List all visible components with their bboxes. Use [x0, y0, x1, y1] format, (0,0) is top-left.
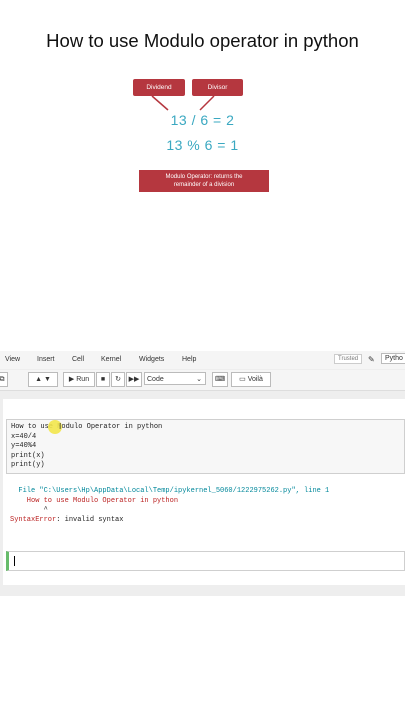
- fast-forward-icon[interactable]: ▶▶: [126, 372, 142, 387]
- play-icon: ▶: [68, 376, 75, 383]
- code-line: y=40%4: [11, 442, 37, 451]
- error-message: : invalid syntax: [56, 515, 124, 524]
- traceback-code: How to use Modulo Operator in python: [10, 496, 179, 505]
- menu-insert[interactable]: Insert: [37, 356, 55, 363]
- voila-label: Voilà: [247, 376, 263, 383]
- toolbar: ⧉ ▲ ▼ ▶ Run ■ ↻ ▶▶ Code ⌄ ⌨ ▭ Voilà: [0, 370, 405, 391]
- error-name: SyntaxError: [10, 515, 57, 524]
- monitor-icon: ▭: [239, 376, 246, 383]
- modulo-equation: 13 % 6 = 1: [166, 137, 239, 153]
- menu-cell[interactable]: Cell: [72, 356, 84, 363]
- run-label: Run: [76, 376, 90, 383]
- divisor-label: Divisor: [192, 79, 243, 96]
- pencil-icon[interactable]: ✎: [368, 355, 375, 364]
- restart-icon[interactable]: ↻: [111, 372, 125, 387]
- menu-kernel[interactable]: Kernel: [101, 356, 121, 363]
- text-cursor-icon: I: [59, 422, 62, 431]
- division-equation: 13 / 6 = 2: [170, 112, 235, 128]
- menu-bar: View Insert Cell Kernel Widgets Help Tru…: [0, 351, 405, 369]
- menu-help[interactable]: Help: [182, 356, 196, 363]
- cell-type-value: Code: [147, 376, 164, 383]
- notebook-page: How to use Modulo Operator in python x=4…: [3, 399, 405, 585]
- menu-widgets[interactable]: Widgets: [139, 356, 164, 363]
- cell-type-select[interactable]: Code ⌄: [144, 372, 206, 385]
- run-button[interactable]: ▶ Run: [63, 372, 95, 387]
- empty-code-cell[interactable]: [6, 551, 405, 571]
- copy-icon[interactable]: ⧉: [0, 372, 8, 387]
- modulo-note: Modulo Operator: returns the remainder o…: [139, 170, 269, 192]
- move-buttons: ▲ ▼: [28, 372, 58, 387]
- text-caret: [14, 556, 15, 566]
- code-line: How to use Modulo Operator in python: [11, 423, 163, 431]
- voila-button[interactable]: ▭ Voilà: [231, 372, 271, 387]
- note-line-1: Modulo Operator: returns the: [165, 174, 243, 180]
- trusted-badge[interactable]: Trusted: [334, 354, 363, 364]
- arrow-up-icon[interactable]: ▲: [35, 376, 42, 383]
- traceback-pointer: ^: [10, 506, 48, 515]
- code-line: x=40/4: [11, 432, 37, 441]
- traceback-file: File "C:\Users\Hp\AppData\Local\Temp/ipy…: [10, 487, 330, 495]
- keyboard-icon[interactable]: ⌨: [212, 372, 228, 387]
- cell-output: File "C:\Users\Hp\AppData\Local\Temp/ipy…: [10, 487, 329, 525]
- dividend-label: Dividend: [133, 79, 185, 96]
- code-line: print(y): [11, 461, 45, 470]
- code-cell-input[interactable]: How to use Modulo Operator in python x=4…: [6, 419, 405, 474]
- notebook-area: How to use Modulo Operator in python x=4…: [0, 391, 405, 596]
- kernel-indicator[interactable]: Pytho: [381, 353, 405, 364]
- note-line-2: remainder of a division: [173, 182, 235, 188]
- code-line: print(x): [11, 451, 45, 460]
- arrow-down-icon[interactable]: ▼: [44, 376, 51, 383]
- chevron-down-icon: ⌄: [196, 376, 202, 383]
- stop-icon[interactable]: ■: [96, 372, 110, 387]
- menu-view[interactable]: View: [5, 356, 20, 363]
- jupyter-window: View Insert Cell Kernel Widgets Help Tru…: [0, 351, 405, 596]
